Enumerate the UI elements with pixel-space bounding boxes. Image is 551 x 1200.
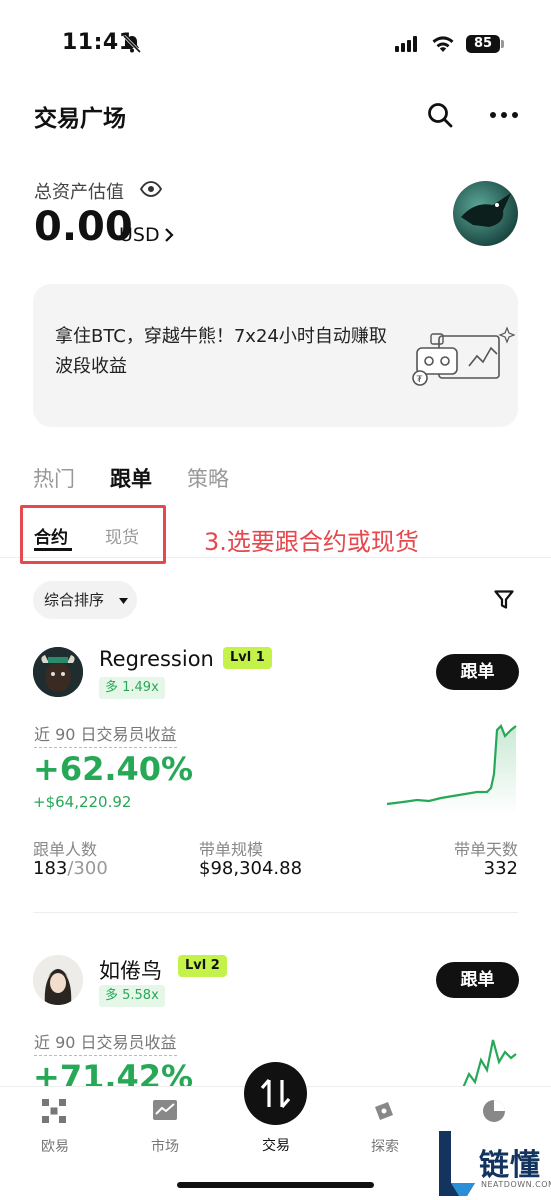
bull-avatar-icon — [33, 647, 83, 697]
market-chart-icon — [153, 1100, 177, 1120]
watermark-logo-icon — [439, 1131, 475, 1196]
status-bar: 11:41 85 — [0, 0, 551, 80]
level-badge: Lvl 1 — [223, 647, 272, 669]
tab-copy-trading[interactable]: 跟单 — [110, 463, 152, 493]
nav-label: 欧易 — [41, 1139, 69, 1155]
pnl-sparkline-chart — [386, 724, 517, 814]
app-header: 交易广场 — [34, 95, 521, 135]
swap-arrows-icon — [260, 1078, 291, 1109]
trader-name[interactable]: Regression — [99, 647, 214, 671]
profile-avatar-art-icon — [461, 193, 511, 227]
caret-down-icon — [119, 598, 128, 604]
nav-item-trade[interactable] — [244, 1062, 307, 1125]
filter-icon[interactable] — [494, 590, 514, 610]
battery-tip — [501, 40, 504, 48]
nav-label: 探索 — [371, 1139, 399, 1155]
compass-icon — [375, 1102, 393, 1120]
battery-indicator: 85 — [466, 35, 500, 53]
pnl-sparkline-chart — [461, 1039, 517, 1089]
avatar[interactable] — [453, 181, 518, 246]
nav-label-trade: 交易 — [262, 1138, 290, 1154]
aum-value: $98,304.88 — [199, 858, 303, 879]
avatar[interactable] — [33, 647, 83, 697]
home-indicator — [177, 1182, 374, 1188]
pnl-label[interactable]: 近 90 日交易员收益 — [34, 1029, 177, 1056]
chevron-right-icon[interactable] — [164, 227, 174, 243]
page-title: 交易广场 — [34, 106, 126, 132]
followers-current: 183 — [33, 858, 68, 879]
pnl-amount: +$64,220.92 — [33, 793, 132, 811]
total-assets-value[interactable]: 0.00 — [34, 204, 133, 250]
lead-days-label: 带单天数 — [453, 840, 518, 859]
divider — [33, 912, 518, 913]
pnl-label[interactable]: 近 90 日交易员收益 — [34, 721, 177, 748]
level-badge: Lvl 2 — [178, 955, 227, 977]
total-assets-label: 总资产估值 — [34, 182, 124, 203]
follow-button[interactable]: 跟单 — [436, 654, 519, 690]
lead-days-value: 332 — [483, 858, 518, 879]
aum-label: 带单规模 — [199, 840, 264, 859]
sort-label: 综合排序 — [44, 591, 105, 609]
followers-label: 跟单人数 — [33, 840, 98, 859]
cellular-signal-icon — [395, 36, 417, 52]
wifi-icon — [432, 36, 454, 52]
trader-name[interactable]: 如倦鸟 — [99, 955, 162, 985]
search-icon[interactable] — [427, 102, 453, 128]
pie-chart-icon — [483, 1100, 505, 1122]
annotation-text: 3.选要跟合约或现货 — [204, 528, 419, 556]
avatar[interactable] — [33, 955, 83, 1005]
okx-logo-icon — [42, 1099, 66, 1123]
watermark-brand: 链懂 — [479, 1148, 541, 1183]
leverage-badge: 多 1.49x — [99, 677, 165, 699]
watermark-url: NEATDOWN.COM — [481, 1180, 551, 1189]
muted-bell-icon — [122, 34, 142, 54]
pnl-percent: +62.40% — [33, 750, 194, 788]
follow-button[interactable]: 跟单 — [436, 962, 519, 998]
character-avatar-icon — [33, 955, 83, 1005]
more-options-icon[interactable] — [489, 111, 519, 119]
followers-max: /300 — [67, 858, 108, 879]
promo-banner[interactable]: 拿住BTC，穿越牛熊！7x24小时自动赚取波段收益 ₮ — [33, 284, 518, 427]
eye-icon[interactable] — [140, 181, 162, 197]
tab-strategy[interactable]: 策略 — [187, 463, 229, 493]
total-assets-unit[interactable]: USD — [119, 224, 160, 246]
tab-hot[interactable]: 热门 — [33, 463, 75, 493]
svg-text:₮: ₮ — [417, 375, 423, 385]
trading-bot-illustration-icon: ₮ — [412, 326, 516, 386]
promo-banner-text: 拿住BTC，穿越牛熊！7x24小时自动赚取波段收益 — [55, 326, 387, 377]
nav-label: 市场 — [151, 1139, 179, 1155]
annotation-highlight-box — [20, 505, 166, 564]
leverage-badge: 多 5.58x — [99, 985, 165, 1007]
followers-value: 183/300 — [33, 858, 108, 879]
